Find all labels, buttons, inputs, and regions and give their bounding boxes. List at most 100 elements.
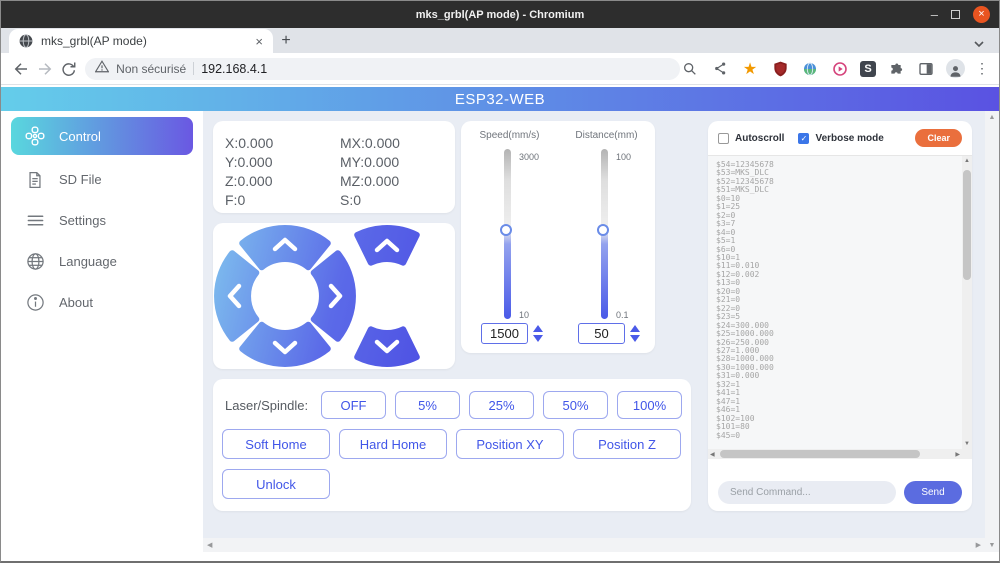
tab-close-icon[interactable]: × — [255, 35, 263, 48]
distance-min-label: 0.1 — [616, 310, 629, 320]
new-tab-button[interactable]: + — [273, 29, 299, 53]
minimize-button[interactable]: – — [931, 8, 938, 21]
unlock-button[interactable]: Unlock — [222, 469, 330, 499]
sidebar-item-language[interactable]: Language — [1, 241, 203, 282]
reload-icon[interactable] — [56, 56, 80, 82]
distance-label: Distance(mm) — [575, 130, 638, 141]
verbose-checkbox[interactable]: ✓ — [798, 132, 810, 144]
ublock-extension-icon[interactable] — [770, 59, 790, 79]
coord-mz: MZ:0.000 — [340, 173, 400, 189]
stepper-down-icon[interactable] — [630, 335, 640, 342]
laser-50-button[interactable]: 50% — [543, 391, 608, 419]
s-extension-icon[interactable]: S — [860, 60, 876, 77]
stepper-up-icon[interactable] — [533, 325, 543, 332]
speed-slider-group: Speed(mm/s) 3000 10 — [461, 121, 558, 353]
distance-stepper[interactable] — [630, 325, 640, 342]
coordinates-panel: X:0.000 MX:0.000 Y:0.000 MY:0.000 Z:0.00… — [213, 121, 455, 213]
scroll-down-icon[interactable]: ▼ — [985, 542, 999, 549]
speed-input[interactable] — [481, 323, 528, 344]
address-bar[interactable]: Non sécurisé 192.168.4.1 — [85, 57, 680, 80]
jog-down-button[interactable] — [239, 321, 331, 367]
stepper-down-icon[interactable] — [533, 335, 543, 342]
send-command-input[interactable] — [718, 481, 896, 504]
sidebar-item-sd-file[interactable]: SD File — [1, 159, 203, 200]
page-vertical-scrollbar[interactable]: ▲ ▼ — [985, 111, 999, 561]
globe-icon — [25, 252, 45, 272]
sidebar-item-label: Control — [59, 128, 101, 144]
jog-z-up-button[interactable] — [354, 225, 420, 266]
omnibox-divider — [193, 62, 195, 75]
position-xy-button[interactable]: Position XY — [456, 429, 564, 459]
tab-search-chevron-icon[interactable] — [973, 40, 985, 48]
not-secure-warning-icon[interactable] — [94, 59, 110, 78]
sidebar-item-about[interactable]: About — [1, 282, 203, 323]
scroll-up-icon[interactable]: ▲ — [962, 158, 972, 164]
side-panel-icon[interactable] — [916, 59, 936, 79]
distance-input[interactable] — [578, 323, 625, 344]
sidebar-item-settings[interactable]: Settings — [1, 200, 203, 241]
scroll-down-icon[interactable]: ▼ — [962, 441, 972, 447]
scroll-left-icon[interactable]: ◀ — [710, 451, 715, 458]
console-output-area: $54=12345678 $53=MKS_DLC $52=12345678 $5… — [708, 155, 972, 459]
scrollbar-corner — [962, 449, 972, 459]
sidebar-item-label: Language — [59, 254, 117, 269]
url-text[interactable]: 192.168.4.1 — [201, 62, 267, 76]
hard-home-button[interactable]: Hard Home — [339, 429, 447, 459]
zoom-icon[interactable] — [680, 59, 700, 79]
restore-button[interactable] — [951, 10, 960, 19]
jog-up-button[interactable] — [239, 225, 331, 271]
sidebar-item-label: Settings — [59, 213, 106, 228]
page-title: ESP32-WEB — [454, 90, 546, 108]
profile-avatar[interactable] — [946, 59, 965, 78]
scroll-left-icon[interactable]: ◀ — [207, 541, 212, 549]
console-vertical-scrollbar[interactable]: ▲ ▼ — [962, 156, 972, 449]
clear-button[interactable]: Clear — [915, 129, 962, 147]
laser-off-button[interactable]: OFF — [321, 391, 386, 419]
console-horizontal-scrollbar[interactable]: ◀ ▶ — [708, 449, 962, 459]
stepper-up-icon[interactable] — [630, 325, 640, 332]
distance-slider-thumb[interactable] — [597, 224, 609, 236]
sidebar-item-control[interactable]: Control — [11, 117, 193, 155]
send-button[interactable]: Send — [904, 481, 962, 504]
play-extension-icon[interactable] — [830, 59, 850, 79]
autoscroll-checkbox[interactable] — [718, 132, 729, 144]
main-content: X:0.000 MX:0.000 Y:0.000 MY:0.000 Z:0.00… — [203, 111, 985, 561]
scroll-right-icon[interactable]: ▶ — [955, 451, 960, 458]
verbose-label[interactable]: Verbose mode — [815, 133, 883, 144]
position-z-button[interactable]: Position Z — [573, 429, 681, 459]
console-output: $54=12345678 $53=MKS_DLC $52=12345678 $5… — [716, 161, 774, 440]
speed-min-label: 10 — [519, 310, 530, 320]
laser-actions-panel: Laser/Spindle: OFF 5% 25% 50% 100% Soft … — [213, 379, 691, 511]
globe-extension-icon[interactable] — [800, 59, 820, 79]
bookmark-star-icon[interactable]: ★ — [740, 59, 760, 79]
speed-stepper[interactable] — [533, 325, 543, 342]
back-icon[interactable] — [9, 56, 33, 82]
laser-100-button[interactable]: 100% — [617, 391, 682, 419]
control-pad-icon — [25, 126, 45, 146]
security-label[interactable]: Non sécurisé — [116, 62, 186, 76]
window-title: mks_grbl(AP mode) - Chromium — [415, 8, 585, 21]
scrollbar-thumb[interactable] — [720, 450, 920, 458]
titlebar: mks_grbl(AP mode) - Chromium – × — [1, 1, 999, 28]
laser-25-button[interactable]: 25% — [469, 391, 534, 419]
share-icon[interactable] — [710, 59, 730, 79]
speed-slider-thumb[interactable] — [500, 224, 512, 236]
coord-my: MY:0.000 — [340, 154, 400, 170]
autoscroll-label[interactable]: Autoscroll — [735, 133, 784, 144]
menu-dots-icon[interactable]: ⋮ — [975, 60, 989, 77]
jog-right-button[interactable] — [310, 250, 356, 342]
scrollbar-thumb[interactable] — [963, 170, 971, 280]
page-horizontal-scrollbar[interactable]: ◀ ▶ — [203, 538, 985, 552]
extensions-puzzle-icon[interactable] — [886, 59, 906, 79]
scroll-up-icon[interactable]: ▲ — [985, 114, 999, 121]
settings-lines-icon — [25, 211, 45, 231]
forward-icon[interactable] — [33, 56, 57, 82]
jog-left-button[interactable] — [214, 250, 260, 342]
close-button[interactable]: × — [973, 6, 990, 23]
jog-z-down-button[interactable] — [354, 326, 420, 367]
tab-mks-grbl[interactable]: mks_grbl(AP mode) × — [9, 29, 273, 53]
browser-toolbar: Non sécurisé 192.168.4.1 ★ S ⋮ — [1, 53, 999, 85]
scroll-right-icon[interactable]: ▶ — [976, 541, 981, 549]
soft-home-button[interactable]: Soft Home — [222, 429, 330, 459]
laser-5-button[interactable]: 5% — [395, 391, 460, 419]
